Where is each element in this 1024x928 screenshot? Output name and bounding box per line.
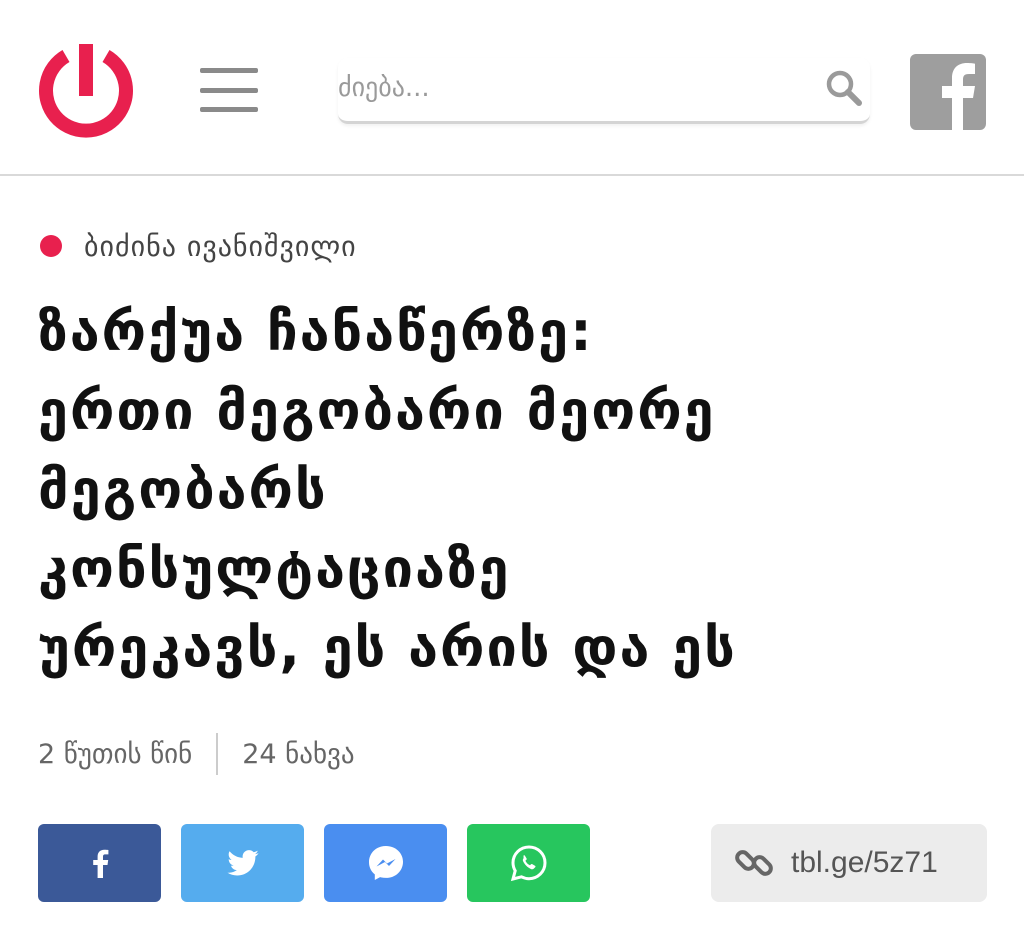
headline-line: ურეკავს, ეს არის და ეს [38,616,737,679]
category-dot [40,235,62,257]
hamburger-icon-bar [200,87,258,93]
power-icon [39,44,133,138]
publish-time: 2 წუთის წინ [38,738,193,770]
hamburger-icon-bar [200,107,258,112]
logo[interactable] [34,36,138,140]
search-box [338,58,870,124]
view-count: 24 ნახვა [242,738,355,770]
article-meta: 2 წუთის წინ 24 ნახვა [38,732,355,776]
share-twitter-button[interactable] [181,824,304,902]
twitter-icon [226,850,259,876]
headline-line: ერთი მეგობარი მეორე [38,379,716,442]
headline-line: მეგობარს [38,458,328,521]
search-icon[interactable] [824,68,864,108]
category-tag[interactable]: ბიძინა ივანიშვილი [40,226,357,266]
search-input[interactable] [338,68,808,108]
messenger-icon [368,846,403,880]
site-header [0,0,1024,176]
page: ბიძინა ივანიშვილი ზარქუა ჩანაწერზე: ერთი… [0,0,1024,928]
short-link-button[interactable]: tbl.ge/5z71 [711,824,987,902]
menu-button[interactable] [200,68,258,112]
share-whatsapp-button[interactable] [467,824,590,902]
share-messenger-button[interactable] [324,824,447,902]
facebook-icon-glyph [942,63,975,130]
facebook-icon[interactable] [910,54,986,130]
short-link-text: tbl.ge/5z71 [791,846,938,879]
category-label: ბიძინა ივანიშვილი [84,229,357,263]
headline-line: ზარქუა ჩანაწერზე: [38,300,594,363]
meta-divider [216,733,219,775]
facebook-icon [92,849,108,878]
article-headline: ზარქუა ჩანაწერზე: ერთი მეგობარი მეორე მე… [38,292,998,687]
share-facebook-button[interactable] [38,824,161,902]
hamburger-icon-bar [200,68,258,73]
link-icon [735,850,773,876]
headline-line: კონსულტაციაზე [38,537,511,600]
whatsapp-icon [510,845,547,882]
